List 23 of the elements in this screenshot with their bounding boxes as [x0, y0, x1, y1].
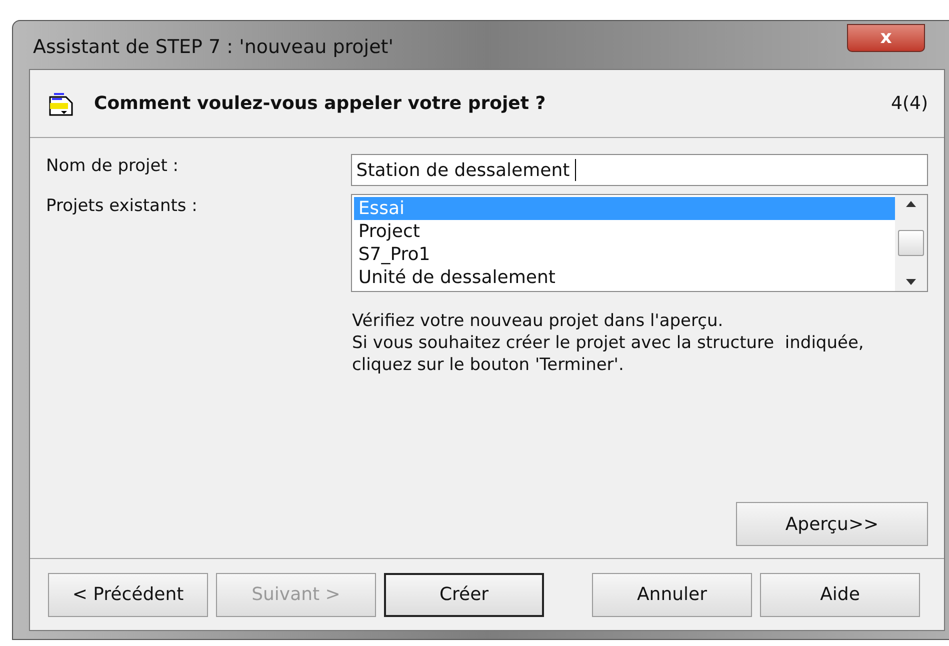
dialog-button[interactable]: < Précédent [48, 572, 208, 616]
info-text: Vérifiez votre nouveau projet dans l'aperçu. [352, 310, 724, 332]
info-text: cliquez sur le bouton 'Terminer'. [352, 354, 625, 376]
window-title: Assistant de STEP 7 : 'nouveau projet' [32, 34, 394, 60]
dialog-button[interactable]: Annuler [592, 572, 752, 616]
up-arrow-icon[interactable] [906, 201, 916, 207]
project-name-field[interactable]: Station de dessalement [351, 154, 928, 186]
scroll-thumb[interactable] [898, 230, 924, 256]
close-button[interactable]: x [847, 24, 925, 52]
info-text: Si vous souhaitez créer le projet avec la structure indiquée, [352, 332, 865, 354]
down-arrow-icon[interactable] [906, 279, 916, 285]
field-label: Projets existants : [46, 195, 198, 218]
list-item[interactable]: Unité de dessalement [354, 266, 895, 289]
step-counter: 4(4) [891, 92, 928, 116]
preview-button[interactable]: Aperçu>> [736, 502, 928, 546]
field-label: Nom de projet : [46, 155, 180, 178]
project-list[interactable]: Essai Project S7_Pro1 Unité de dessalement [351, 194, 928, 292]
dialog-button[interactable]: Créer [384, 572, 544, 616]
scrollbar[interactable] [895, 195, 927, 291]
list-item[interactable]: S7_Pro1 [354, 243, 895, 266]
dialog-button[interactable]: Aide [760, 572, 920, 616]
list-item[interactable]: Project [354, 220, 895, 243]
header-title: Comment voulez-vous appeler votre projet ? [94, 92, 547, 116]
